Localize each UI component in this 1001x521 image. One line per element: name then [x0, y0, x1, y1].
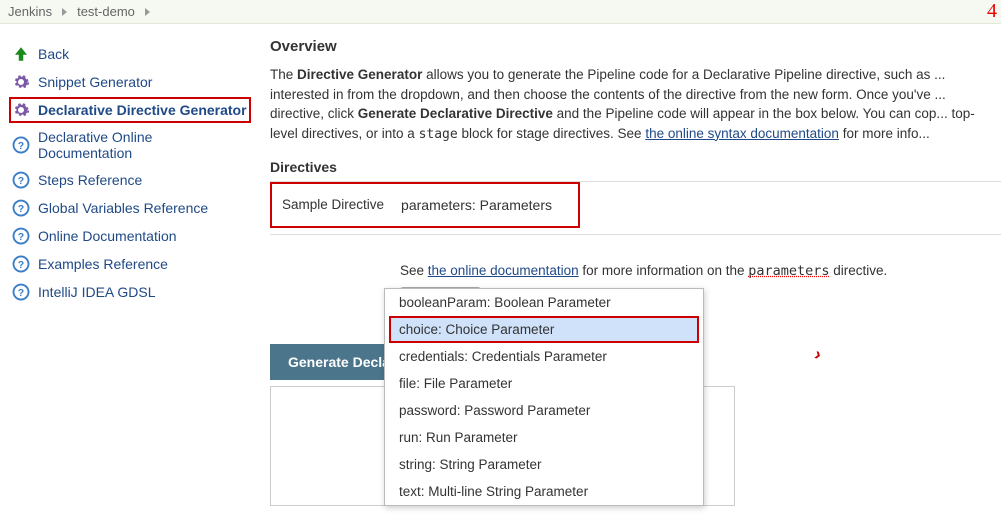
sidebar-item-snippet-generator[interactable]: Snippet Generator — [10, 70, 250, 94]
sidebar-item-label: Steps Reference — [38, 172, 142, 188]
chevron-right-icon — [62, 8, 67, 16]
svg-text:?: ? — [18, 259, 24, 271]
breadcrumb-item[interactable]: test-demo — [77, 4, 135, 19]
sidebar-item-steps-reference[interactable]: ? Steps Reference — [10, 168, 250, 192]
sidebar-item-label: Online Documentation — [38, 228, 177, 244]
dropdown-option-run[interactable]: run: Run Parameter — [385, 424, 703, 451]
svg-text:?: ? — [18, 231, 24, 243]
error-indicator: 4 — [987, 0, 997, 23]
parameters-hint: See the online documentation for more in… — [400, 263, 1001, 279]
sample-directive-row: Sample Directive parameters: Parameters — [270, 182, 580, 228]
breadcrumb: Jenkins test-demo 4 — [0, 0, 1001, 24]
sidebar: Back Snippet Generator Declarative Direc… — [0, 24, 260, 322]
sidebar-item-declarative-directive-generator[interactable]: Declarative Directive Generator — [10, 98, 250, 122]
sidebar-item-intellij-gdsl[interactable]: ? IntelliJ IDEA GDSL — [10, 280, 250, 304]
dropdown-option-boolean[interactable]: booleanParam: Boolean Parameter — [385, 289, 703, 316]
sidebar-item-label: Snippet Generator — [38, 74, 152, 90]
online-docs-link[interactable]: the online documentation — [428, 263, 579, 278]
sidebar-item-declarative-online-docs[interactable]: ? Declarative Online Documentation — [10, 126, 250, 164]
sidebar-item-label: Global Variables Reference — [38, 200, 208, 216]
dropdown-option-credentials[interactable]: credentials: Credentials Parameter — [385, 343, 703, 370]
dropdown-option-password[interactable]: password: Password Parameter — [385, 397, 703, 424]
dropdown-option-text[interactable]: text: Multi-line String Parameter — [385, 478, 703, 505]
help-icon: ? — [12, 255, 30, 273]
sidebar-item-global-variables-reference[interactable]: ? Global Variables Reference — [10, 196, 250, 220]
gear-icon — [12, 73, 30, 91]
main-content: Overview The Directive Generator allows … — [260, 24, 1001, 322]
chevron-right-icon — [145, 8, 150, 16]
sidebar-item-label: Examples Reference — [38, 256, 168, 272]
dropdown-option-string[interactable]: string: String Parameter — [385, 451, 703, 478]
breadcrumb-item[interactable]: Jenkins — [8, 4, 52, 19]
svg-text:?: ? — [18, 175, 24, 187]
sidebar-item-back[interactable]: Back — [10, 42, 250, 66]
sidebar-item-online-documentation[interactable]: ? Online Documentation — [10, 224, 250, 248]
help-icon: ? — [12, 136, 30, 154]
svg-text:?: ? — [18, 287, 24, 299]
directives-label: Directives — [270, 159, 1001, 175]
dropdown-option-file[interactable]: file: File Parameter — [385, 370, 703, 397]
sidebar-item-label: Declarative Online Documentation — [38, 129, 248, 161]
svg-text:?: ? — [18, 140, 24, 152]
gear-icon — [12, 101, 30, 119]
sidebar-item-label: IntelliJ IDEA GDSL — [38, 284, 156, 300]
add-dropdown: booleanParam: Boolean Parameter choice: … — [384, 288, 704, 506]
sidebar-item-label: Declarative Directive Generator — [38, 102, 247, 118]
sample-directive-select[interactable]: parameters: Parameters — [394, 192, 564, 218]
sidebar-item-examples-reference[interactable]: ? Examples Reference — [10, 252, 250, 276]
help-icon: ? — [12, 227, 30, 245]
dropdown-option-choice[interactable]: choice: Choice Parameter — [389, 316, 699, 343]
generate-button[interactable]: Generate Declarative Directive — [270, 344, 400, 380]
sample-directive-label: Sample Directive — [282, 197, 384, 212]
annotation-mark: › — [812, 344, 825, 366]
svg-text:?: ? — [18, 203, 24, 215]
intro-paragraph: The Directive Generator allows you to ge… — [270, 65, 1001, 145]
help-icon: ? — [12, 283, 30, 301]
overview-heading: Overview — [270, 38, 1001, 55]
sidebar-item-label: Back — [38, 46, 69, 62]
help-icon: ? — [12, 199, 30, 217]
divider — [270, 234, 1001, 235]
syntax-docs-link[interactable]: the online syntax documentation — [645, 126, 839, 141]
help-icon: ? — [12, 171, 30, 189]
up-arrow-icon — [12, 45, 30, 63]
